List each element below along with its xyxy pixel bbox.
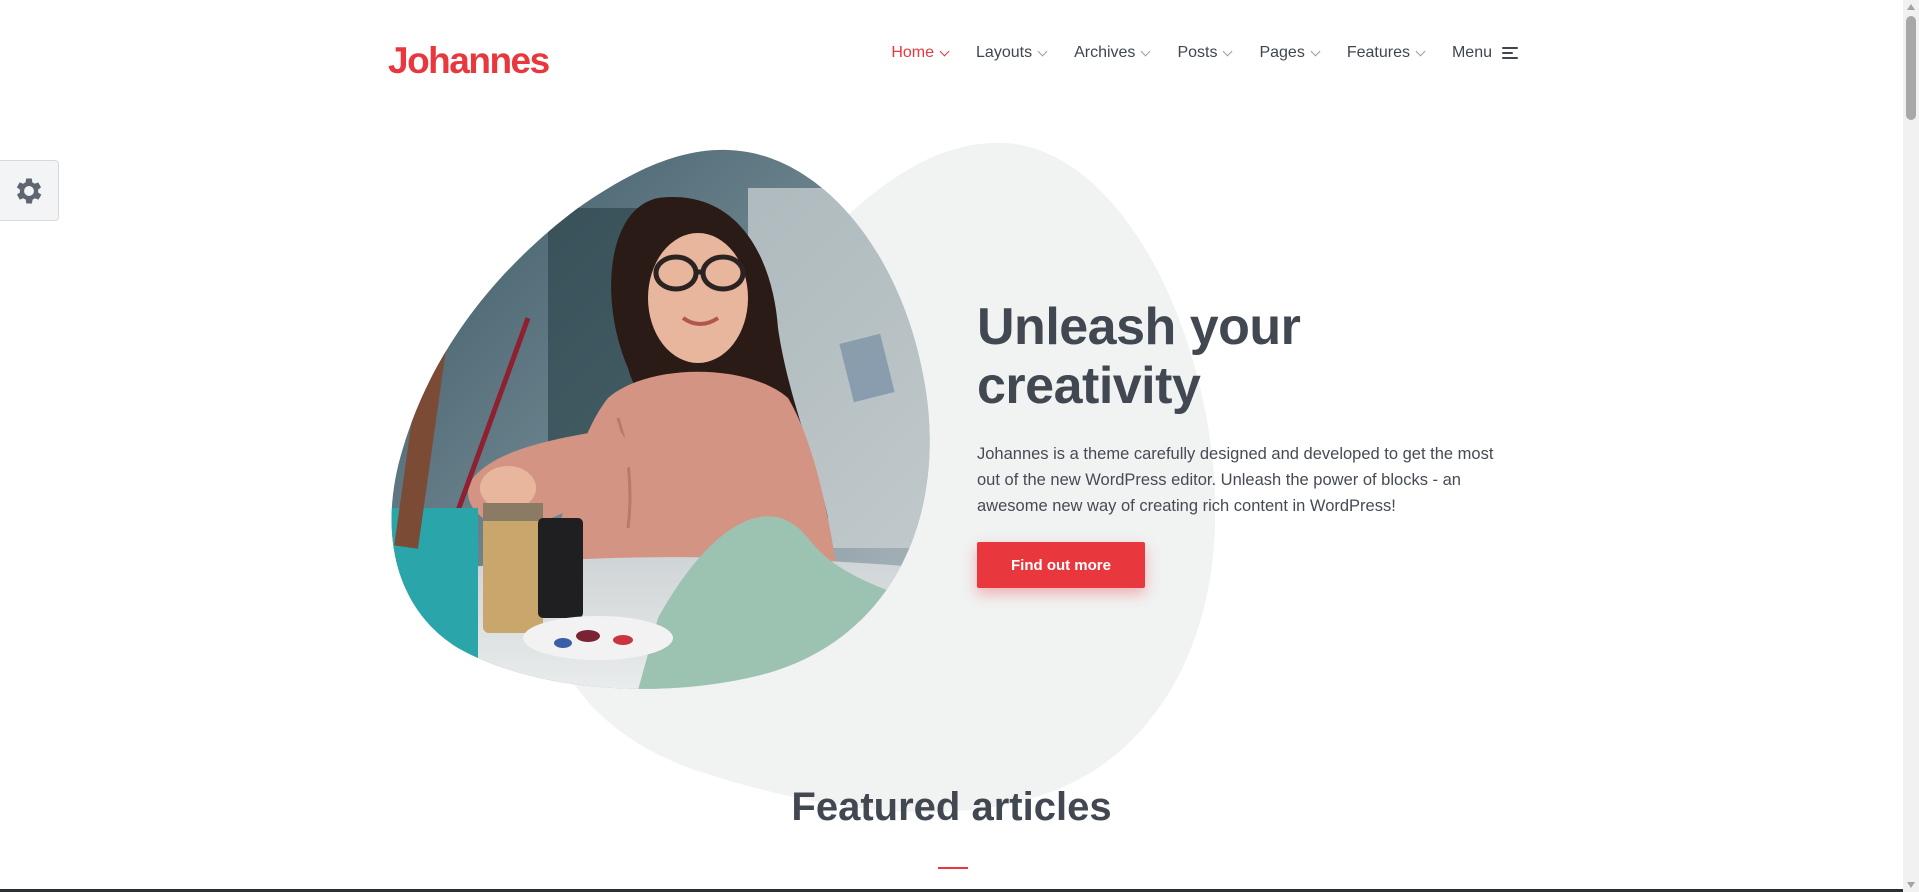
- nav-item-pages[interactable]: Pages: [1259, 44, 1321, 62]
- nav-item-features[interactable]: Features: [1346, 44, 1426, 62]
- scroll-up-arrow-icon[interactable]: [1907, 4, 1915, 10]
- chevron-down-icon: [1140, 46, 1151, 57]
- settings-toggle-button[interactable]: [0, 160, 59, 221]
- featured-articles-heading: Featured articles: [791, 785, 1112, 829]
- hero-title-line: creativity: [977, 357, 1201, 415]
- nav-item-archives[interactable]: Archives: [1074, 44, 1151, 62]
- nav-item-label: Layouts: [976, 44, 1033, 61]
- hero-image: [391, 149, 930, 689]
- find-out-more-button[interactable]: Find out more: [977, 542, 1145, 588]
- hero-title: Unleash your creativity: [977, 298, 1497, 416]
- nav-item-posts[interactable]: Posts: [1177, 44, 1233, 62]
- main-nav: Home Layouts Archives Posts Pages Featur…: [863, 44, 1518, 62]
- nav-item-label: Archives: [1074, 44, 1136, 61]
- nav-item-home[interactable]: Home: [891, 44, 950, 62]
- scroll-down-arrow-icon[interactable]: [1907, 882, 1915, 888]
- chevron-down-icon: [1310, 46, 1321, 57]
- scrollbar-thumb[interactable]: [1906, 16, 1916, 120]
- nav-item-label: Pages: [1259, 44, 1305, 61]
- hamburger-icon: [1502, 47, 1518, 59]
- section-divider: [938, 867, 968, 869]
- nav-item-label: Posts: [1177, 44, 1218, 61]
- chevron-down-icon: [939, 46, 950, 57]
- gear-icon: [16, 178, 41, 203]
- menu-button[interactable]: Menu: [1452, 44, 1518, 62]
- menu-label: Menu: [1451, 44, 1492, 61]
- vertical-scrollbar[interactable]: [1903, 0, 1919, 892]
- nav-item-label: Features: [1346, 44, 1410, 61]
- chevron-down-icon: [1037, 46, 1048, 57]
- nav-item-layouts[interactable]: Layouts: [976, 44, 1048, 62]
- hero-description: Johannes is a theme carefully designed a…: [977, 445, 1494, 515]
- hero-title-line: Unleash your: [977, 298, 1301, 356]
- page: Johannes Home Layouts Archives Posts Pag…: [0, 0, 1903, 892]
- nav-item-label: Home: [891, 44, 935, 61]
- chevron-down-icon: [1223, 46, 1233, 57]
- site-logo[interactable]: Johannes: [388, 40, 550, 82]
- chevron-down-icon: [1415, 46, 1426, 57]
